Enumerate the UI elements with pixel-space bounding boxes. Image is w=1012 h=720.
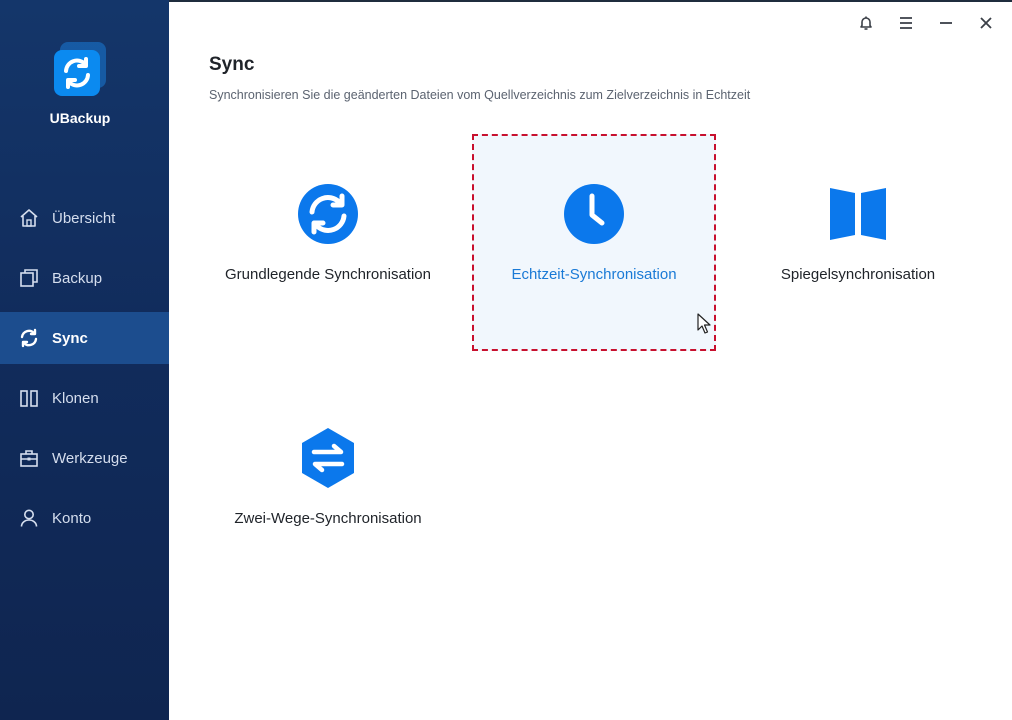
sidebar-item-uebersicht[interactable]: Übersicht [0,192,169,244]
brand: UBackup [0,40,160,126]
brand-name: UBackup [49,110,111,126]
user-icon [19,508,39,528]
option-mirror-sync[interactable]: Spiegelsynchronisation [736,136,980,352]
close-icon[interactable] [966,12,1006,34]
sidebar-item-label: Sync [52,329,88,347]
window-controls [846,12,1006,34]
two-way-arrows-icon [296,426,360,490]
sidebar: UBackup Übersicht Backup Sync Klonen Wer… [0,0,169,720]
sidebar-item-label: Backup [52,269,103,287]
sidebar-item-label: Klonen [52,389,99,407]
home-icon [19,208,39,228]
clone-icon [19,388,39,408]
sidebar-item-label: Übersicht [52,209,116,227]
page-title: Sync [209,54,255,75]
option-label: Spiegelsynchronisation [780,266,936,283]
sidebar-item-label: Werkzeuge [52,449,128,467]
basic-sync-icon [296,182,360,246]
sidebar-item-backup[interactable]: Backup [0,252,169,304]
sync-icon [19,328,39,348]
option-label: Zwei-Wege-Synchronisation [234,510,422,527]
mirror-icon [826,182,890,246]
option-label: Grundlegende Synchronisation [225,266,431,283]
option-realtime-sync[interactable]: Echtzeit-Synchronisation [472,134,716,351]
bell-icon[interactable] [846,12,886,34]
option-two-way-sync[interactable]: Zwei-Wege-Synchronisation [206,380,450,596]
toolbox-icon [19,448,39,468]
realtime-clock-icon [562,182,626,246]
backup-icon [19,268,39,288]
menu-icon[interactable] [886,12,926,34]
sidebar-nav: Übersicht Backup Sync Klonen Werkzeuge K… [0,192,169,552]
sidebar-item-label: Konto [52,509,92,527]
main-content: Sync Synchronisieren Sie die geänderten … [169,0,1012,720]
ubackup-logo-icon [50,40,110,100]
sidebar-item-konto[interactable]: Konto [0,492,169,544]
minimize-icon[interactable] [926,12,966,34]
option-basic-sync[interactable]: Grundlegende Synchronisation [206,136,450,352]
sidebar-item-sync[interactable]: Sync [0,312,169,364]
page-subtitle: Synchronisieren Sie die geänderten Datei… [209,88,751,102]
sidebar-item-werkzeuge[interactable]: Werkzeuge [0,432,169,484]
mouse-cursor-icon [697,313,713,335]
sidebar-item-klonen[interactable]: Klonen [0,372,169,424]
option-label: Echtzeit-Synchronisation [511,266,677,283]
app-window: UBackup Übersicht Backup Sync Klonen Wer… [0,0,1012,720]
